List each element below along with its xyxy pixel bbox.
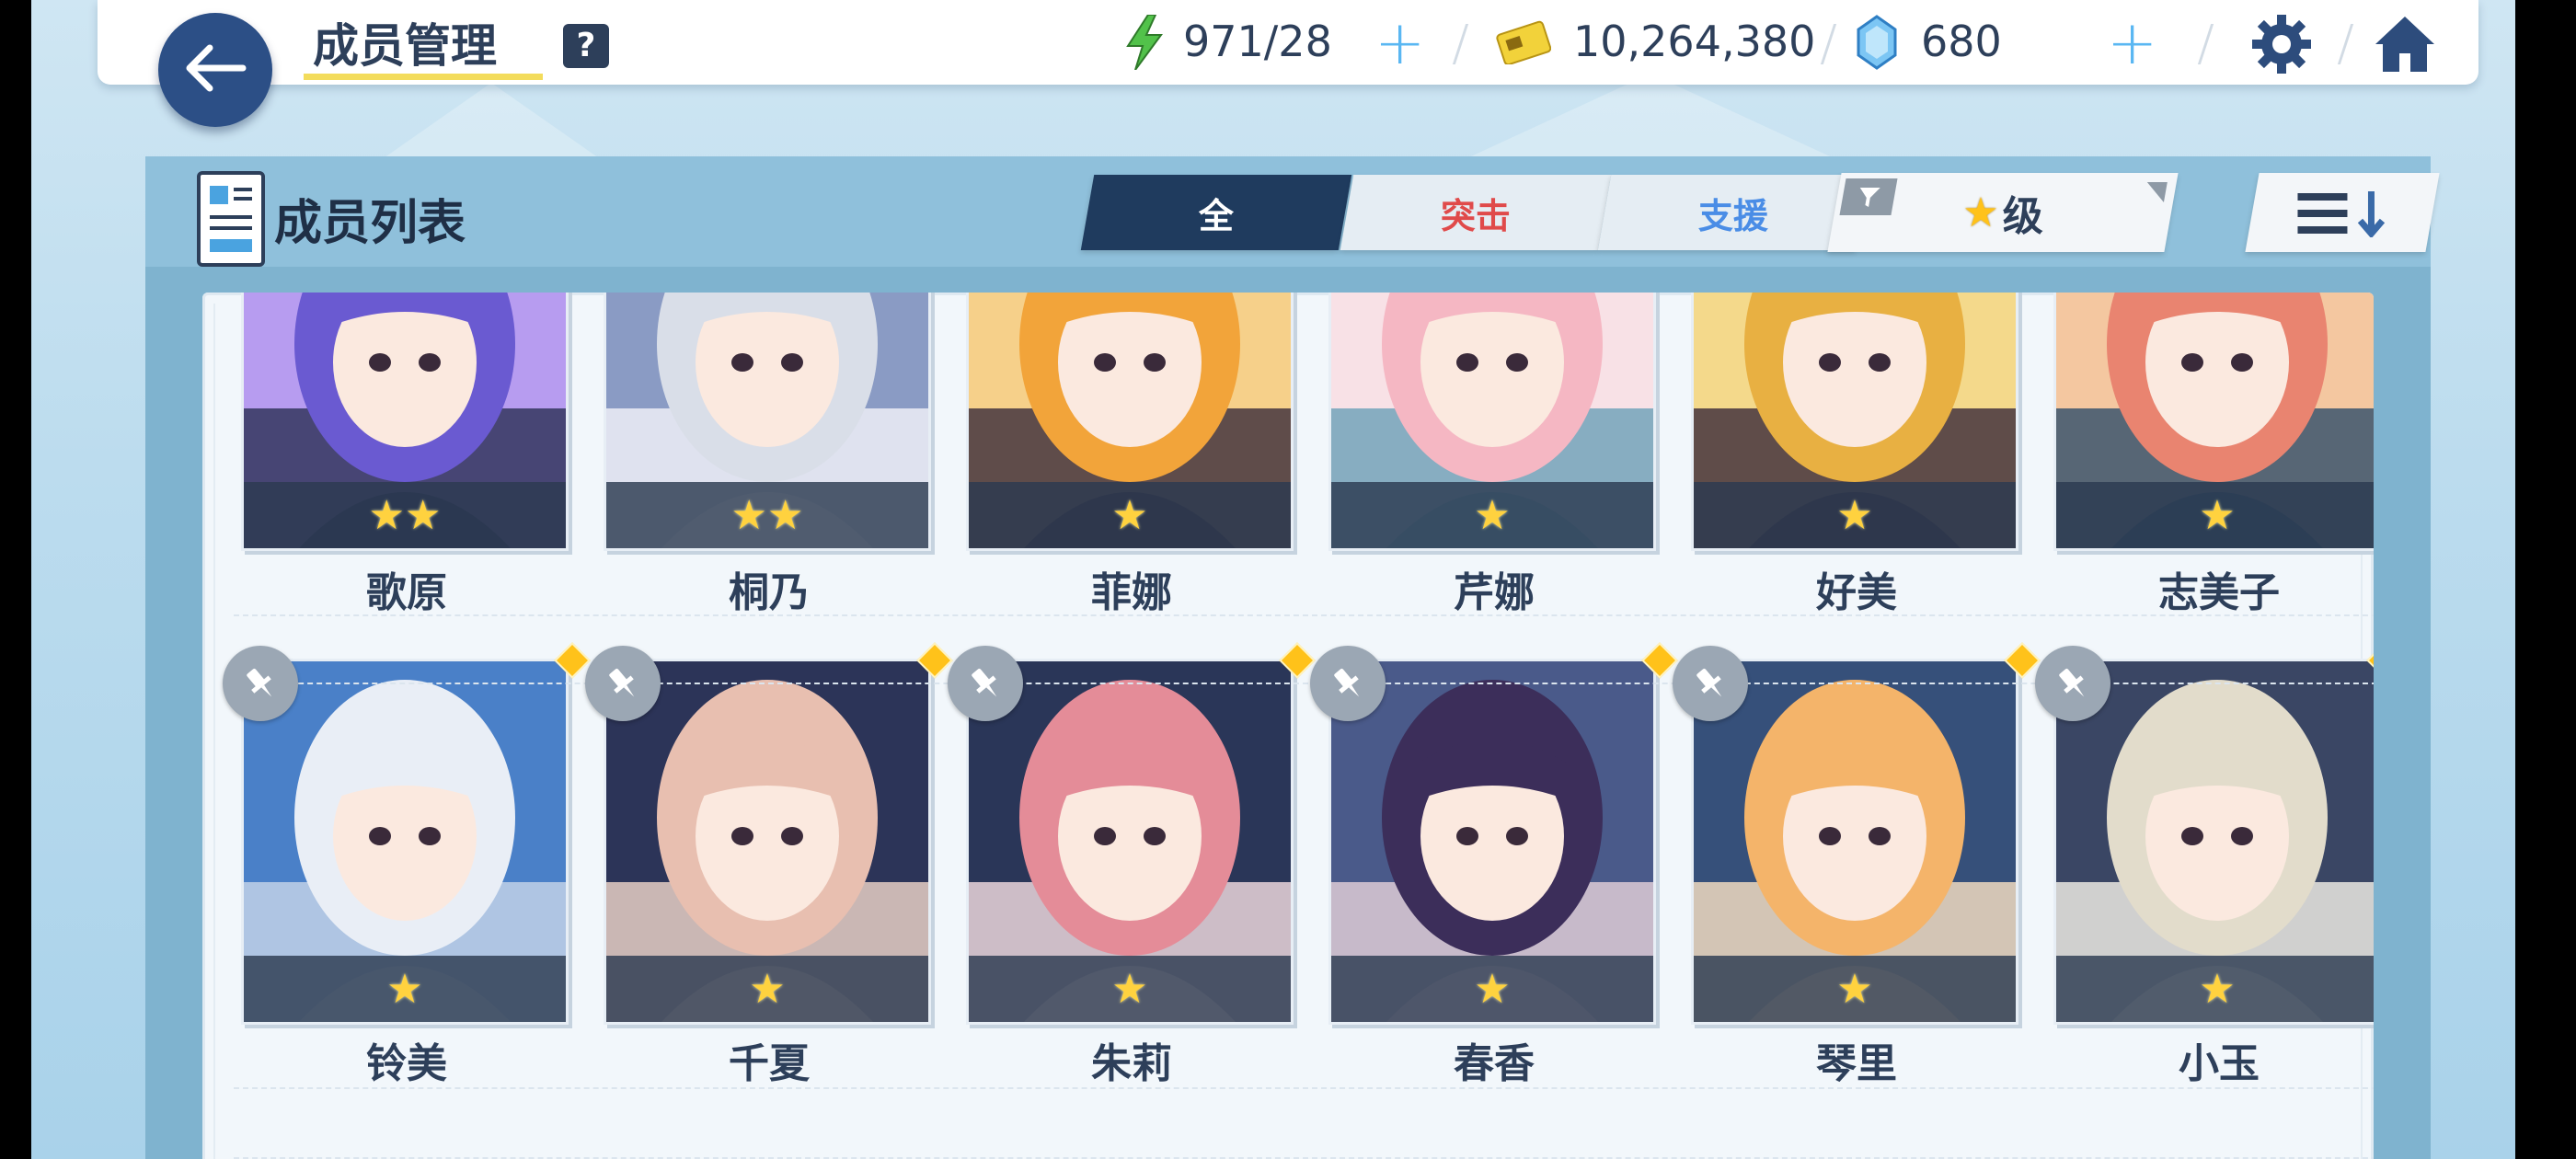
star-rating: ★ <box>606 956 928 1022</box>
pin-icon[interactable] <box>223 646 298 721</box>
filter-button[interactable]: ★ 级 <box>1827 173 2179 252</box>
member-card[interactable]: ★ 小玉 <box>2035 642 2374 1091</box>
star-rating: ★ <box>2056 482 2374 548</box>
add-stamina-button[interactable]: + <box>1374 13 1425 74</box>
credits-value: 10,264,380 <box>1573 17 1816 66</box>
pin-icon[interactable] <box>2035 646 2110 721</box>
stamina-icon <box>1124 14 1165 74</box>
star-rating: ★ <box>1331 956 1653 1022</box>
pin-icon[interactable] <box>1673 646 1748 721</box>
panel-title: 成员列表 <box>274 196 466 251</box>
star-rating: ★ <box>969 956 1291 1022</box>
pin-icon[interactable] <box>948 646 1023 721</box>
star-rating: ★ <box>1331 482 1653 548</box>
stamina-value: 971/28 <box>1183 17 1332 66</box>
member-portrait: ★ <box>2053 293 2374 551</box>
star-rating: ★ <box>969 482 1291 548</box>
member-portrait: ★ <box>604 659 931 1025</box>
member-portrait: ★ <box>966 659 1294 1025</box>
member-card[interactable]: ★ 铃美 <box>223 642 591 1091</box>
star-rating: ★ <box>1694 956 2016 1022</box>
divider <box>2337 24 2354 64</box>
member-name: 铃美 <box>366 1040 447 1087</box>
top-bar: 成员管理 ? 971/28 + 10,264,380 680 + <box>98 0 2478 85</box>
tab-assault-label: 突击 <box>1440 195 1511 236</box>
member-portrait: ★ <box>1328 293 1656 551</box>
gear-icon[interactable] <box>2250 13 2313 79</box>
star-rating: ★ <box>1694 482 2016 548</box>
member-portrait: ★ <box>1691 293 2018 551</box>
member-card[interactable]: ★ 菲娜 <box>966 293 1297 620</box>
member-portrait: ★ <box>966 293 1294 551</box>
divider <box>1452 24 1469 64</box>
tab-all[interactable]: 全 <box>1080 175 1352 250</box>
tab-support-label: 支援 <box>1697 195 1768 236</box>
member-portrait: ★ <box>1691 659 2018 1025</box>
member-card[interactable]: ★ 朱莉 <box>948 642 1316 1091</box>
member-portrait: ★ <box>241 659 569 1025</box>
divider <box>2197 24 2214 64</box>
filter-label: 级 <box>2002 193 2043 240</box>
member-portrait: ★ <box>2053 659 2374 1025</box>
row-divider <box>234 614 2374 616</box>
member-grid: ★★ 歌原 ★★ 桐乃 ★ 菲娜 ★ 芹娜 ★ 好美 ★ 志美子 ★ 铃美 ★ 千夏 ★ 朱莉 ★ 春香 ★ 琴里 ★ 小玉 <box>213 293 2374 1159</box>
row-divider <box>234 1087 2374 1089</box>
member-name: 琴里 <box>1816 1040 1897 1087</box>
roster-icon <box>197 171 265 267</box>
back-button[interactable] <box>158 13 272 127</box>
member-name: 春香 <box>1454 1040 1535 1087</box>
member-name: 芹娜 <box>1454 569 1535 616</box>
star-icon: ★ <box>1962 189 1999 236</box>
member-name: 好美 <box>1816 569 1897 616</box>
star-rating: ★ <box>244 956 566 1022</box>
member-portrait: ★★ <box>241 293 569 551</box>
member-list[interactable]: ★★ 歌原 ★★ 桐乃 ★ 菲娜 ★ 芹娜 ★ 好美 ★ 志美子 ★ 铃美 ★ 千夏 ★ 朱莉 ★ 春香 ★ 琴里 ★ 小玉 <box>202 293 2374 1159</box>
game-screen: 成员管理 ? 971/28 + 10,264,380 680 + 成员列表 全 … <box>31 0 2515 1159</box>
help-button[interactable]: ? <box>563 24 609 68</box>
member-name: 菲娜 <box>1091 569 1172 616</box>
member-name: 小玉 <box>2179 1040 2260 1087</box>
member-name: 千夏 <box>729 1040 810 1087</box>
credit-icon <box>1496 20 1552 68</box>
gem-icon <box>1855 15 1899 74</box>
sort-descending-icon <box>2295 189 2391 241</box>
member-name: 志美子 <box>2158 569 2280 616</box>
page-title: 成员管理 <box>313 19 497 73</box>
member-panel: 成员列表 全 突击 支援 ★ 级 ★★ 歌原 ★★ 桐乃 ★ 菲娜 ★ 芹娜 ★ 好美 ★ 志美子 ★ 铃… <box>145 156 2440 1159</box>
member-portrait: ★ <box>1328 659 1656 1025</box>
pin-icon[interactable] <box>585 646 661 721</box>
gems-value: 680 <box>1921 17 2002 66</box>
star-rating: ★ <box>2056 956 2374 1022</box>
member-card[interactable]: ★ 千夏 <box>585 642 953 1091</box>
member-portrait: ★★ <box>604 293 931 551</box>
member-card[interactable]: ★ 春香 <box>1310 642 1678 1091</box>
tab-assault[interactable]: 突击 <box>1340 175 1612 250</box>
tab-support[interactable]: 支援 <box>1597 175 1869 250</box>
tab-all-label: 全 <box>1198 195 1234 236</box>
pin-icon[interactable] <box>1310 646 1386 721</box>
star-rating: ★★ <box>606 482 928 548</box>
member-card[interactable]: ★ 志美子 <box>2053 293 2374 620</box>
member-name: 桐乃 <box>729 569 810 616</box>
sort-button[interactable] <box>2245 173 2440 252</box>
member-card[interactable]: ★ 琴里 <box>1673 642 2041 1091</box>
member-name: 歌原 <box>366 569 447 616</box>
add-gems-button[interactable]: + <box>2107 13 2157 74</box>
divider <box>1820 24 1837 64</box>
member-name: 朱莉 <box>1091 1040 1172 1087</box>
member-card[interactable]: ★ 好美 <box>1691 293 2022 620</box>
member-card[interactable]: ★ 芹娜 <box>1328 293 1660 620</box>
home-icon[interactable] <box>2372 13 2438 79</box>
member-card[interactable]: ★★ 桐乃 <box>604 293 935 620</box>
star-rating: ★★ <box>244 482 566 548</box>
arrow-left-icon <box>182 42 248 98</box>
member-card[interactable]: ★★ 歌原 <box>241 293 572 620</box>
